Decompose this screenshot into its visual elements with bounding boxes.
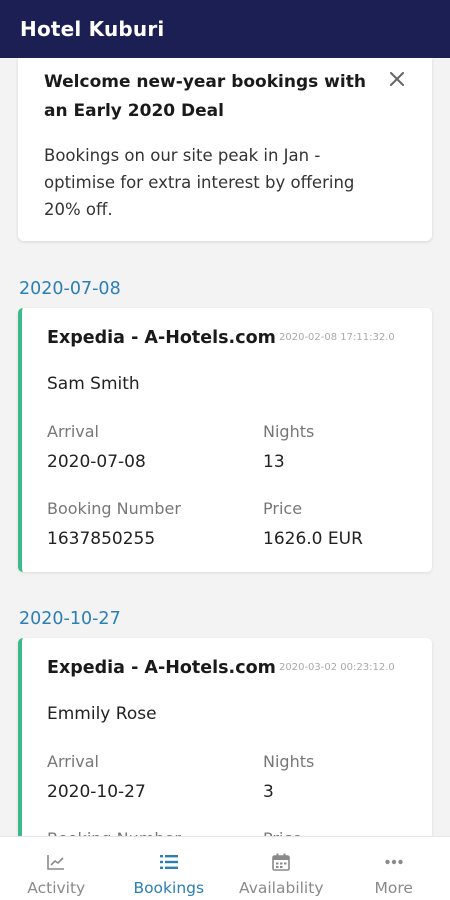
more-icon xyxy=(385,859,403,865)
promo-title: Welcome new-year bookings with an Early … xyxy=(44,72,366,121)
tab-more-label: More xyxy=(374,879,413,897)
nights-label: Nights xyxy=(263,752,315,771)
date-heading: 2020-07-08 xyxy=(19,279,121,299)
booking-channel: Expedia - A-Hotels.com xyxy=(47,658,276,678)
tab-bookings[interactable]: Bookings xyxy=(113,837,226,900)
booking-number-value: 1637850255 xyxy=(47,529,156,549)
promo-card: Welcome new-year bookings with an Early … xyxy=(18,58,432,241)
bookings-list[interactable]: Welcome new-year bookings with an Early … xyxy=(0,58,450,836)
guest-name: Sam Smith xyxy=(47,374,140,394)
tab-availability-label: Availability xyxy=(239,879,324,897)
arrival-value: 2020-10-27 xyxy=(47,782,146,802)
bottom-tab-bar: Activity Bookings Availability More xyxy=(0,836,450,900)
calendar-icon xyxy=(272,853,291,871)
price-label: Price xyxy=(263,829,302,836)
nights-value: 13 xyxy=(263,452,285,472)
app-title: Hotel Kuburi xyxy=(20,17,165,41)
tab-activity[interactable]: Activity xyxy=(0,837,113,900)
price-value: 1626.0 EUR xyxy=(263,529,363,549)
tab-availability[interactable]: Availability xyxy=(225,837,338,900)
promo-body: Bookings on our site peak in Jan - optim… xyxy=(44,146,355,219)
app-header: Hotel Kuburi xyxy=(0,0,450,58)
booking-number-label: Booking Number xyxy=(47,829,181,836)
list-icon xyxy=(159,855,178,869)
booking-card[interactable]: Expedia - A-Hotels.com 2020-02-08 17:11:… xyxy=(18,308,432,572)
chart-icon xyxy=(47,855,65,870)
price-label: Price xyxy=(263,499,303,518)
booking-number-label: Booking Number xyxy=(47,499,181,518)
arrival-value: 2020-07-08 xyxy=(47,452,146,472)
booking-timestamp: 2020-02-08 17:11:32.0 xyxy=(279,332,395,343)
tab-bookings-label: Bookings xyxy=(133,879,205,897)
booking-card[interactable]: Expedia - A-Hotels.com 2020-03-02 00:23:… xyxy=(18,638,432,836)
guest-name: Emmily Rose xyxy=(47,704,157,724)
date-heading: 2020-10-27 xyxy=(19,609,121,629)
arrival-label: Arrival xyxy=(47,422,99,441)
close-icon[interactable] xyxy=(384,66,410,92)
arrival-label: Arrival xyxy=(47,752,99,771)
tab-more[interactable]: More xyxy=(338,837,450,900)
nights-label: Nights xyxy=(263,422,315,441)
nights-value: 3 xyxy=(263,782,274,802)
booking-timestamp: 2020-03-02 00:23:12.0 xyxy=(279,662,395,673)
booking-channel: Expedia - A-Hotels.com xyxy=(47,328,276,348)
tab-activity-label: Activity xyxy=(27,879,86,897)
